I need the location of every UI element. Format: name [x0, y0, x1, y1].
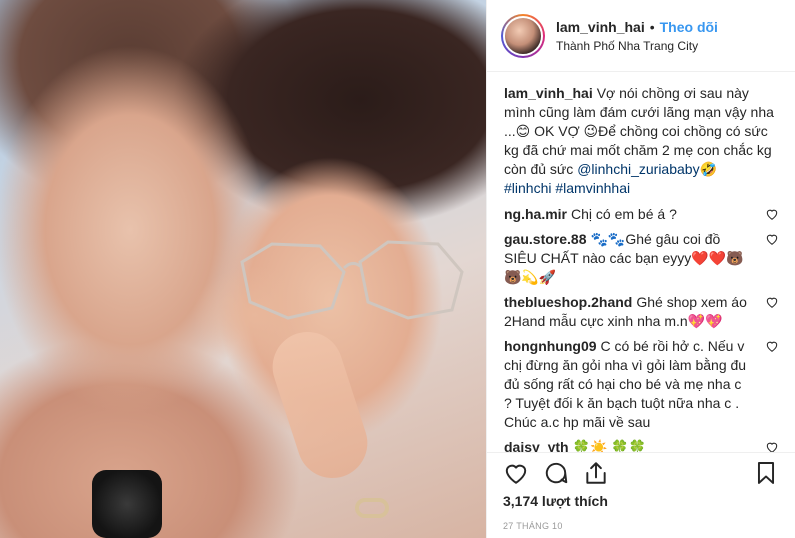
likes-count[interactable]: 3,174 lượt thích	[503, 493, 779, 509]
caption-username[interactable]: lam_vinh_hai	[504, 85, 593, 101]
avatar[interactable]	[501, 13, 545, 58]
caption-hashtag[interactable]: #lamvinhhai	[555, 180, 630, 196]
photo-ring-shape	[355, 498, 389, 518]
caption-emoji: 🤣	[699, 161, 718, 177]
photo-glasses-shape	[240, 240, 464, 320]
comment-like-heart-icon[interactable]	[765, 440, 779, 452]
header-username[interactable]: lam_vinh_hai	[556, 19, 645, 35]
comment-like-heart-icon[interactable]	[765, 207, 779, 221]
comment-username[interactable]: gau.store.88	[504, 231, 586, 247]
comments-list[interactable]: lam_vinh_hai Vợ nói chồng ơi sau này mình…	[487, 84, 795, 452]
comment-item: theblueshop.2hand Ghé shop xem áo 2Hand m…	[504, 293, 779, 331]
comment-like-heart-icon[interactable]	[765, 232, 779, 246]
comment-item: hongnhung09 C có bé rồi hở c. Nếu v chị đ…	[504, 337, 779, 432]
photo-watch-shape	[92, 470, 162, 538]
comment-item: daisy_yth 🍀☀️ 🍀🍀	[504, 438, 779, 452]
post-header: lam_vinh_hai • Theo dõi Thành Phố Nha Tr…	[487, 0, 795, 72]
post-photo[interactable]	[0, 0, 486, 538]
header-text: lam_vinh_hai • Theo dõi Thành Phố Nha Tr…	[556, 19, 718, 53]
comment-username[interactable]: ng.ha.mir	[504, 206, 567, 222]
photo-hand-shape	[263, 322, 377, 488]
comment-username[interactable]: daisy_yth	[504, 439, 569, 452]
post-caption: lam_vinh_hai Vợ nói chồng ơi sau này mình…	[504, 84, 779, 198]
avatar-image	[503, 15, 543, 56]
header-location[interactable]: Thành Phố Nha Trang City	[556, 39, 718, 53]
post-side-panel: lam_vinh_hai • Theo dõi Thành Phố Nha Tr…	[486, 0, 795, 538]
follow-button[interactable]: Theo dõi	[660, 19, 718, 35]
comment-text: Chị có em bé á ?	[571, 206, 677, 222]
comment-item: gau.store.88 🐾🐾Ghé gâu coi đồ SIÊU CHẤT n…	[504, 230, 779, 287]
comment-like-heart-icon[interactable]	[765, 295, 779, 309]
comment-text: 🍀☀️ 🍀🍀	[572, 439, 647, 452]
heart-icon[interactable]	[503, 460, 529, 486]
share-icon[interactable]	[583, 460, 609, 486]
bookmark-icon[interactable]	[753, 460, 779, 486]
instagram-post: lam_vinh_hai • Theo dõi Thành Phố Nha Tr…	[0, 0, 795, 538]
comment-username[interactable]: theblueshop.2hand	[504, 294, 632, 310]
comment-item: ng.ha.mir Chị có em bé á ?	[504, 205, 779, 224]
caption-hashtag[interactable]: #linhchi	[504, 180, 551, 196]
header-separator: •	[649, 18, 655, 35]
post-date[interactable]: 27 THÁNG 10	[503, 521, 779, 531]
comment-username[interactable]: hongnhung09	[504, 338, 597, 354]
header-top-line: lam_vinh_hai • Theo dõi	[556, 19, 718, 35]
caption-mention[interactable]: @linhchi_zuriababy	[577, 161, 699, 177]
post-actions: 3,174 lượt thích 27 THÁNG 10	[487, 452, 795, 538]
comment-icon[interactable]	[543, 460, 569, 486]
comment-like-heart-icon[interactable]	[765, 339, 779, 353]
action-icons	[503, 453, 779, 493]
